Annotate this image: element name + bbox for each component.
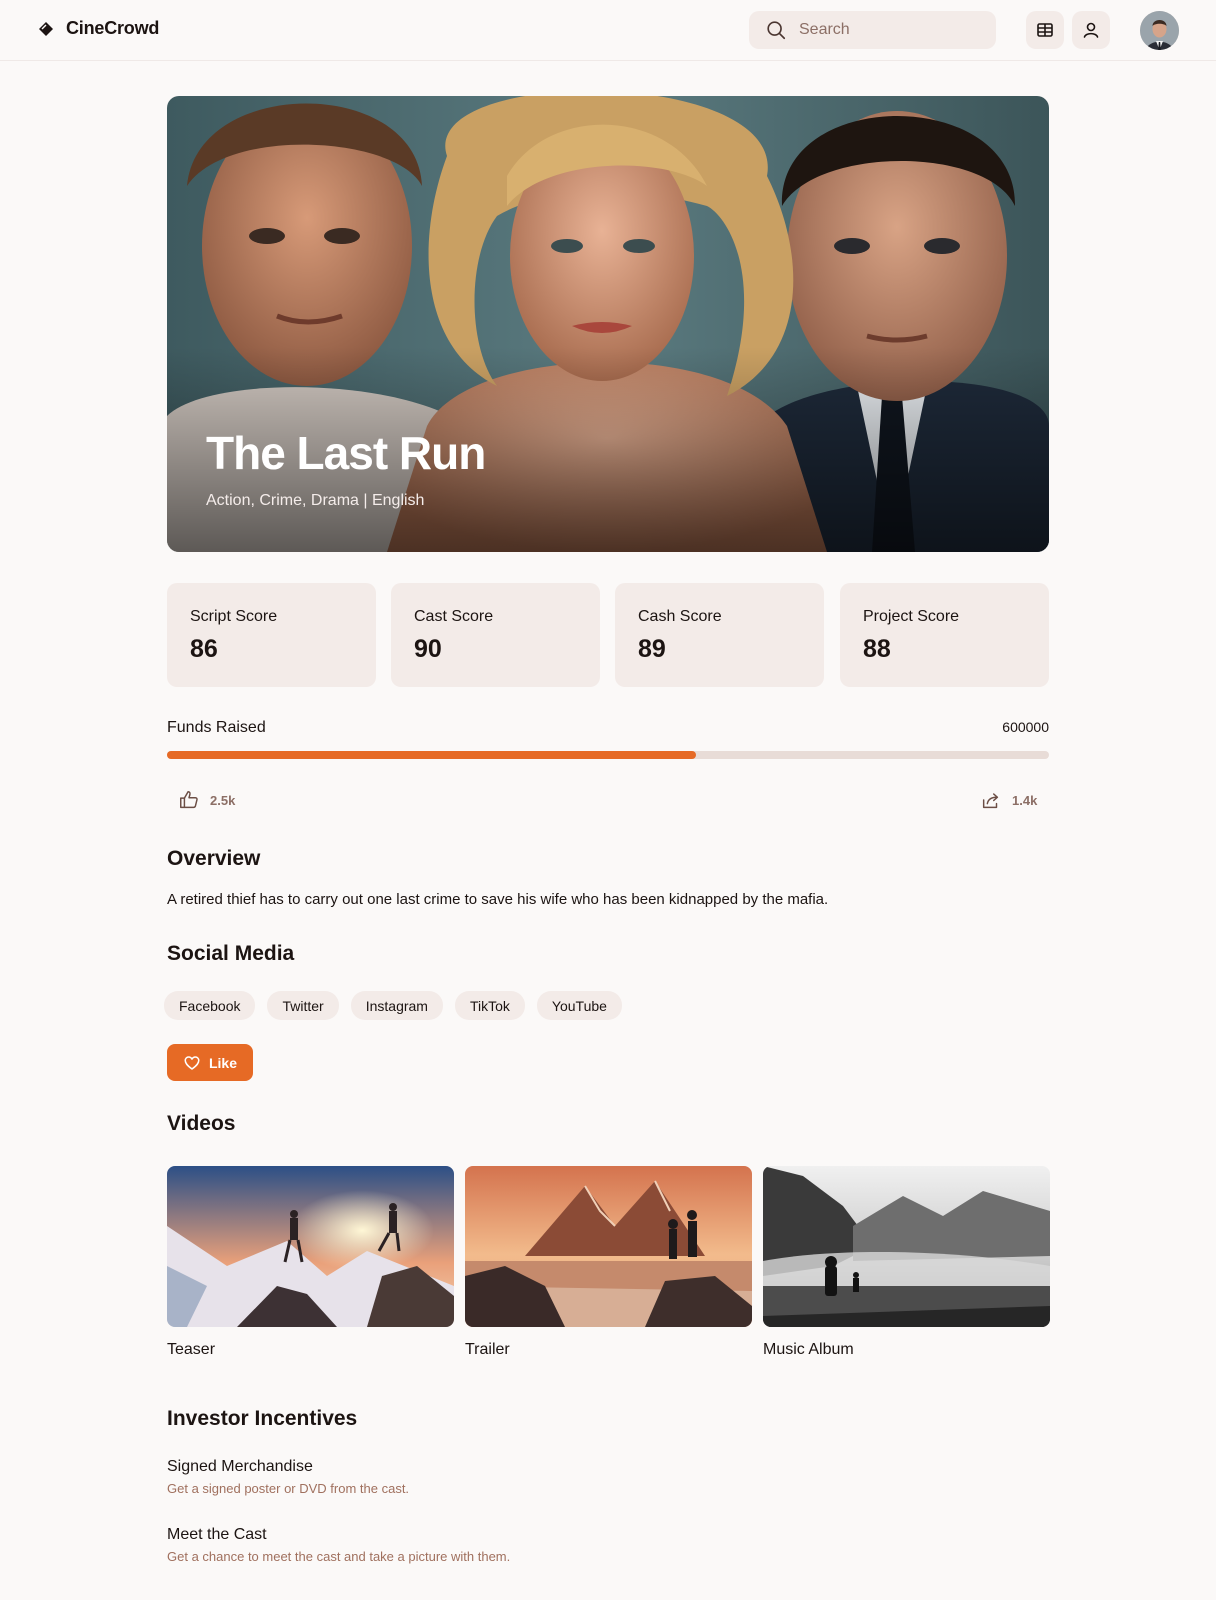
video-thumbnail[interactable] [465,1166,752,1327]
like-count-value: 2.5k [210,792,236,808]
funds-raised-label: Funds Raised [167,719,266,736]
chip-twitter[interactable]: Twitter [267,991,339,1020]
logo-icon [39,21,53,36]
score-value: 90 [414,635,442,663]
chip-tiktok[interactable]: TikTok [454,991,525,1020]
share-count[interactable]: 1.4k [980,789,1037,811]
social-media-links: Facebook Twitter Instagram TikTok YouTub… [164,991,622,1020]
video-card-trailer[interactable]: Trailer [465,1166,752,1359]
chip-youtube[interactable]: YouTube [536,991,622,1020]
video-caption: Trailer [465,1341,510,1358]
video-card-teaser[interactable]: Teaser [167,1166,454,1359]
like-count[interactable]: 2.5k [178,789,235,811]
investor-incentives-heading: Investor Incentives [167,1407,358,1430]
search-placeholder: Search [799,21,850,38]
movie-genres: Action, Crime, Drama | English [206,492,425,509]
score-label: Project Score [863,608,960,625]
funds-progress-fill [167,751,697,759]
incentive-description: Get a chance to meet the cast and take a… [167,1549,511,1564]
cash-score-card: Cash Score 89 [615,583,824,687]
movie-title: The Last Run [206,427,486,479]
like-button-label: Like [208,1054,237,1071]
score-value: 88 [863,635,891,663]
brand[interactable]: CineCrowd [38,18,159,39]
video-card-music-album[interactable]: Music Album [763,1166,1050,1359]
video-thumbnail[interactable] [167,1166,454,1327]
heart-icon [184,1055,200,1070]
chip-facebook[interactable]: Facebook [164,991,256,1020]
chip-instagram[interactable]: Instagram [350,991,443,1020]
incentive-title: Signed Merchandise [167,1458,313,1475]
profile-button[interactable] [1072,11,1110,49]
social-media-heading: Social Media [167,942,295,965]
script-score-card: Script Score 86 [167,583,376,687]
overview-text: A retired thief has to carry out one las… [167,891,829,908]
music-album-thumbnail-image [763,1166,1050,1327]
top-nav: CineCrowd Search [0,0,1216,61]
avatar-image [1140,11,1179,50]
app-name: CineCrowd [66,18,160,38]
cast-score-card: Cast Score 90 [391,583,600,687]
like-button[interactable]: Like [167,1044,253,1081]
score-label: Cast Score [414,608,494,625]
film-button[interactable] [1026,11,1064,49]
funds-raised-amount: 600000 [1002,719,1049,735]
video-caption: Teaser [167,1341,216,1358]
search-input[interactable]: Search [749,11,996,49]
avatar[interactable] [1140,11,1179,50]
project-score-card: Project Score 88 [840,583,1049,687]
score-label: Cash Score [638,608,722,625]
videos-heading: Videos [167,1112,236,1135]
trailer-thumbnail-image [465,1166,752,1327]
incentive-description: Get a signed poster or DVD from the cast… [167,1481,410,1496]
search-icon [767,21,786,40]
share-count-value: 1.4k [1012,792,1038,808]
video-thumbnail[interactable] [763,1166,1050,1327]
score-value: 89 [638,635,666,663]
user-icon [1083,22,1099,38]
share-icon [982,793,999,809]
hero-poster-image [167,96,1049,552]
video-caption: Music Album [763,1341,854,1358]
incentive-title: Meet the Cast [167,1526,267,1543]
score-label: Script Score [190,608,278,625]
teaser-thumbnail-image [167,1166,454,1327]
film-icon [1037,23,1053,37]
score-value: 86 [190,635,218,663]
thumbs-up-icon [180,791,198,809]
hero-banner: The Last Run Action, Crime, Drama | Engl… [167,96,1049,552]
overview-heading: Overview [167,847,261,870]
funds-progress-bar [167,751,1049,759]
